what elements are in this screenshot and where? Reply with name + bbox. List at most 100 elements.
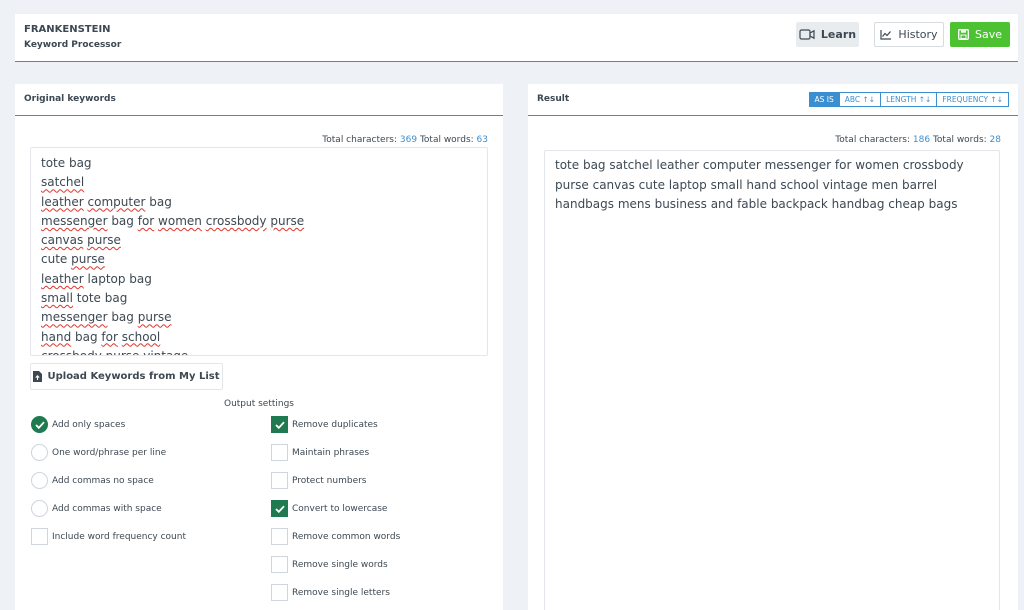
words-label: Total words: [932, 135, 987, 145]
chars-count: 186 [912, 135, 931, 145]
keyword-segment: leather [41, 271, 84, 286]
upload-keywords-button[interactable]: Upload Keywords from My List [30, 363, 223, 390]
chars-count: 369 [399, 135, 418, 145]
keyword-segment: crossbody [205, 213, 267, 228]
option-label: Remove duplicates [292, 419, 378, 430]
keyword-segment: small [41, 291, 73, 306]
chars-label: Total characters: [835, 135, 910, 145]
radio-option-add-commas-with-space[interactable]: Add commas with space [31, 500, 162, 517]
sort-button-abc[interactable]: ABC ↑↓ [838, 92, 882, 107]
keyword-segment: bag [145, 194, 172, 209]
checkbox-option-remove-common-words[interactable]: Remove common words [271, 528, 400, 545]
keyword-segment: messenger [41, 213, 108, 228]
result-textarea[interactable]: tote bag satchel leather computer messen… [544, 150, 1000, 610]
radio-button[interactable] [31, 472, 48, 489]
upload-label: Upload Keywords from My List [47, 371, 220, 382]
radio-option-one-word-phrase-per-line[interactable]: One word/phrase per line [31, 444, 166, 461]
app-subtitle: Keyword Processor [24, 40, 122, 50]
words-count: 28 [989, 135, 1001, 145]
keywords-textarea[interactable]: tote bag satchel leather computer bag messe… [30, 147, 488, 356]
checkbox[interactable] [271, 528, 288, 545]
keyword-line: satchel [41, 173, 477, 192]
words-label: Total words: [419, 135, 474, 145]
checkbox[interactable] [271, 584, 288, 601]
history-label: History [898, 28, 938, 41]
keyword-segment: purse [270, 213, 305, 228]
sort-button-group: AS IS ABC ↑↓ LENGTH ↑↓ FREQUENCY ↑↓ [808, 92, 1009, 107]
line-chart-icon [880, 30, 892, 40]
result-stats: Total characters: 186 Total words: 28 [835, 135, 1001, 145]
radio-button[interactable] [31, 444, 48, 461]
keyword-segment: tote bag [72, 291, 128, 306]
checkbox-option-maintain-phrases[interactable]: Maintain phrases [271, 444, 369, 461]
keyword-segment: leather [41, 194, 84, 209]
radio-option-add-commas-no-space[interactable]: Add commas no space [31, 472, 154, 489]
checkbox[interactable] [271, 556, 288, 573]
app-header: FRANKENSTEIN Keyword Processor Learn His… [15, 14, 1018, 62]
option-label: Add commas no space [52, 475, 154, 486]
option-label: One word/phrase per line [52, 447, 167, 458]
sort-button-frequency[interactable]: FREQUENCY ↑↓ [936, 92, 1009, 107]
keyword-segment: canvas [41, 233, 84, 248]
file-upload-icon [33, 371, 43, 382]
option-label: Remove single letters [292, 587, 390, 598]
keyword-segment: messenger [41, 310, 108, 325]
checkmark-icon [34, 421, 45, 429]
keyword-line: messenger bag purse [41, 308, 477, 327]
save-label: Save [974, 28, 1002, 41]
result-title: Result [537, 94, 570, 104]
keyword-segment: school [121, 329, 161, 344]
checkbox-option-remove-single-letters[interactable]: Remove single letters [271, 584, 390, 601]
checkbox[interactable] [271, 416, 288, 433]
keyword-line: canvas purse [41, 231, 477, 250]
keyword-segment: computer [87, 194, 146, 209]
keyword-segment: cute [41, 252, 72, 267]
option-label: Include word frequency count [52, 531, 186, 542]
option-label: Remove common words [292, 531, 401, 542]
option-label: Remove single words [292, 559, 388, 570]
checkbox[interactable] [271, 500, 288, 517]
learn-button[interactable]: Learn [796, 22, 859, 47]
keyword-segment: purse [137, 310, 172, 325]
radio-button[interactable] [31, 500, 48, 517]
output-settings-title: Output settings [223, 399, 294, 409]
original-stats: Total characters: 369 Total words: 63 [322, 135, 488, 145]
checkbox-option-include-word-frequency-count[interactable]: Include word frequency count [31, 528, 186, 545]
panel-header: Original keywords [15, 84, 503, 116]
radio-option-add-only-spaces[interactable]: Add only spaces [31, 416, 125, 433]
option-label: Add commas with space [52, 503, 162, 514]
checkmark-icon [274, 505, 285, 513]
keyword-segment: for [101, 329, 118, 344]
checkbox[interactable] [271, 472, 288, 489]
save-button[interactable]: Save [950, 22, 1010, 47]
checkbox[interactable] [271, 444, 288, 461]
checkbox[interactable] [31, 528, 48, 545]
option-label: Protect numbers [292, 475, 367, 486]
keyword-segment: bag [107, 310, 138, 325]
app-title: FRANKENSTEIN [24, 24, 111, 35]
keyword-line: crossbody purse vintage [41, 347, 477, 355]
radio-button[interactable] [31, 416, 48, 433]
keyword-line: cute purse [41, 250, 477, 269]
keyword-line: hand bag for school [41, 328, 477, 347]
keyword-line: leather laptop bag [41, 270, 477, 289]
history-button[interactable]: History [874, 22, 944, 47]
keyword-segment: satchel [41, 175, 85, 190]
sort-button-as-is[interactable]: AS IS [808, 92, 840, 107]
option-label: Add only spaces [52, 419, 126, 430]
checkbox-option-remove-single-words[interactable]: Remove single words [271, 556, 388, 573]
option-label: Convert to lowercase [292, 503, 388, 514]
original-keywords-title: Original keywords [24, 94, 116, 104]
checkbox-option-protect-numbers[interactable]: Protect numbers [271, 472, 367, 489]
original-keywords-panel: Original keywords Total characters: 369 … [15, 84, 503, 610]
keyword-segment: hand [41, 329, 72, 344]
checkbox-option-remove-duplicates[interactable]: Remove duplicates [271, 416, 378, 433]
option-label: Maintain phrases [292, 447, 370, 458]
keyword-segment: bag [107, 213, 138, 228]
checkmark-icon [274, 421, 285, 429]
checkbox-option-convert-to-lowercase[interactable]: Convert to lowercase [271, 500, 387, 517]
keyword-line: tote bag [41, 154, 477, 173]
chars-label: Total characters: [322, 135, 397, 145]
floppy-disk-icon [958, 29, 969, 40]
sort-button-length[interactable]: LENGTH ↑↓ [880, 92, 938, 107]
